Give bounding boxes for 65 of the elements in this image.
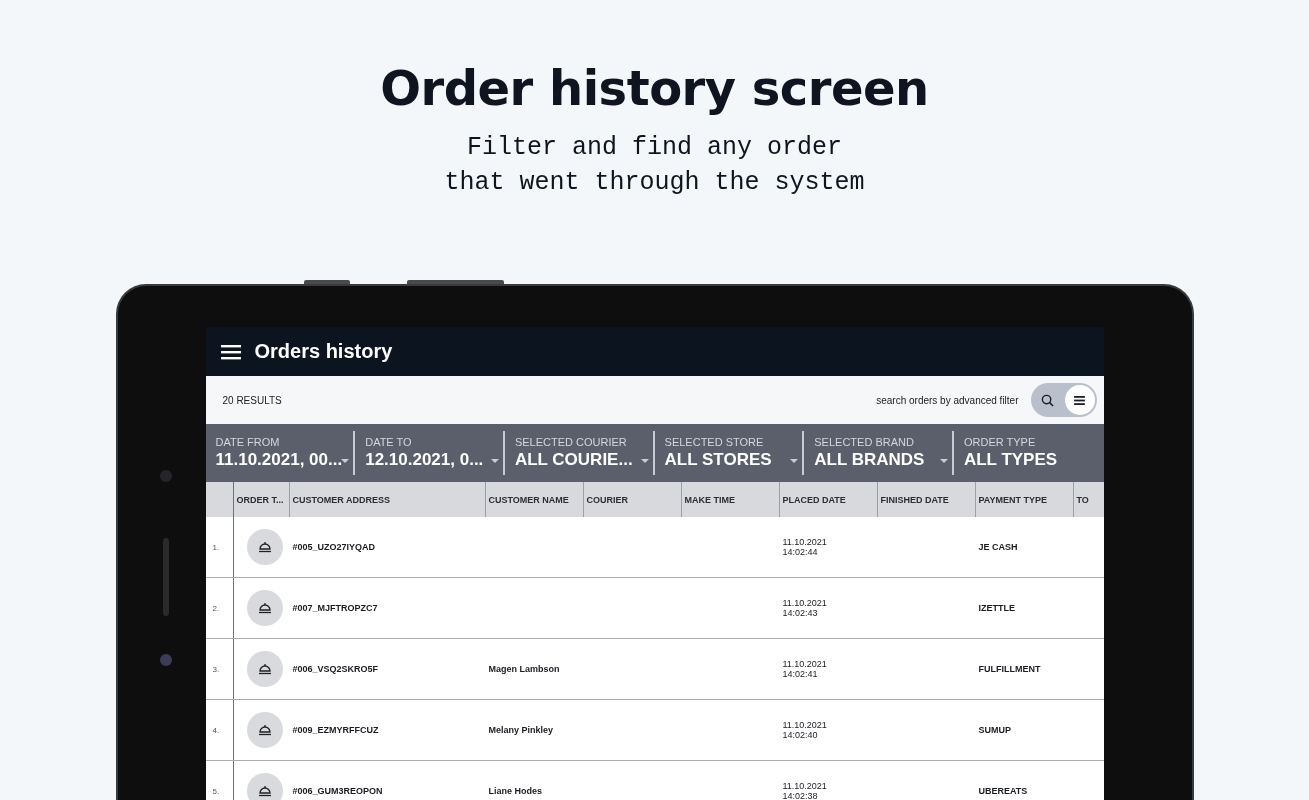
table-cell: 14:02:38 [782, 791, 818, 800]
table-cell: #006_VSQ2SKRO5F [292, 664, 379, 674]
table-cell: Melany Pinkley [488, 725, 554, 735]
filter-dropdown[interactable]: ORDER TYPE ALL TYPES [953, 431, 1104, 475]
filter-dropdown[interactable]: SELECTED COURIER ALL COURIE... [504, 431, 655, 475]
results-count: 20 RESULTS [222, 394, 282, 406]
filter-dropdown[interactable]: SELECTED STORE ALL STORES [654, 431, 805, 475]
column-header[interactable]: ORDER T... [233, 482, 290, 517]
subtitle: that went through the system [444, 167, 865, 199]
table-cell: FULFILLMENT [978, 664, 1041, 674]
table-cell: UBEREATS [978, 786, 1028, 796]
table-cell: #007_MJFTROPZC7 [292, 603, 378, 613]
app-title: Orders history [254, 340, 393, 363]
cloche-icon [257, 541, 272, 553]
column-header[interactable]: PLACED DATE [779, 482, 878, 517]
column-header[interactable]: MAKE TIME [681, 482, 780, 517]
table-cell: #005_UZO27IYQAD [292, 542, 376, 552]
cloche-icon [257, 663, 272, 675]
row-number: 2. [212, 603, 220, 613]
table-cell: SUMUP [978, 725, 1011, 735]
column-header[interactable]: PAYMENT TYPE [975, 482, 1074, 517]
table-cell: #009_EZMYRFFCUZ [292, 725, 379, 735]
column-header[interactable]: CUSTOMER NAME [485, 482, 584, 517]
table-cell: Magen Lambson [488, 664, 560, 674]
table-cell: 14:02:40 [782, 730, 818, 740]
column-header[interactable]: CUSTOMER ADDRESS [289, 482, 486, 517]
cloche-icon [257, 785, 272, 797]
caret-icon [939, 459, 948, 463]
caret-icon [640, 459, 649, 463]
filter-hint: search orders by advanced filter [876, 394, 1019, 406]
table-cell: 11.10.2021 [782, 537, 827, 547]
cloche-icon [257, 602, 272, 614]
column-header[interactable]: COURIER [583, 482, 682, 517]
filter-dropdown[interactable]: SELECTED BRAND ALL BRANDS [804, 431, 954, 475]
sensor-icon [159, 654, 172, 666]
search-icon [1041, 393, 1054, 407]
table-cell: 14:02:41 [782, 669, 818, 679]
caret-icon [341, 459, 350, 463]
table-cell: Liane Hodes [488, 786, 542, 796]
column-header[interactable]: FINISHED DATE [877, 482, 976, 517]
filter-dropdown[interactable]: DATE FROM 11.10.2021, 00... [205, 431, 356, 475]
table-cell: 11.10.2021 [782, 781, 827, 791]
table-cell: IZETTLE [978, 603, 1015, 613]
cloche-icon [257, 724, 272, 736]
filter-dropdown[interactable]: DATE TO 12.10.2021, 0... [355, 431, 505, 475]
menu-icon[interactable] [220, 343, 241, 360]
row-number: 5. [212, 786, 220, 796]
list-button[interactable] [1064, 385, 1095, 415]
table-cell: JE CASH [978, 542, 1018, 552]
table-cell: 11.10.2021 [782, 598, 827, 608]
table-cell: #006_GUM3REOPON [292, 786, 383, 796]
row-number: 4. [212, 725, 220, 735]
table-cell: 11.10.2021 [782, 659, 827, 669]
camera-icon [159, 470, 172, 482]
caret-icon [490, 459, 499, 463]
headline: Order history screen [380, 60, 929, 116]
caret-icon [790, 459, 799, 463]
table-cell: 14:02:44 [782, 547, 818, 557]
list-icon [1074, 395, 1085, 405]
row-number: 3. [212, 664, 220, 674]
row-number: 1. [212, 542, 220, 552]
table-cell: 11.10.2021 [782, 720, 827, 730]
table-cell: 14:02:43 [782, 608, 818, 618]
subtitle: Filter and find any order [466, 132, 842, 164]
column-header[interactable]: TO [1073, 482, 1104, 517]
